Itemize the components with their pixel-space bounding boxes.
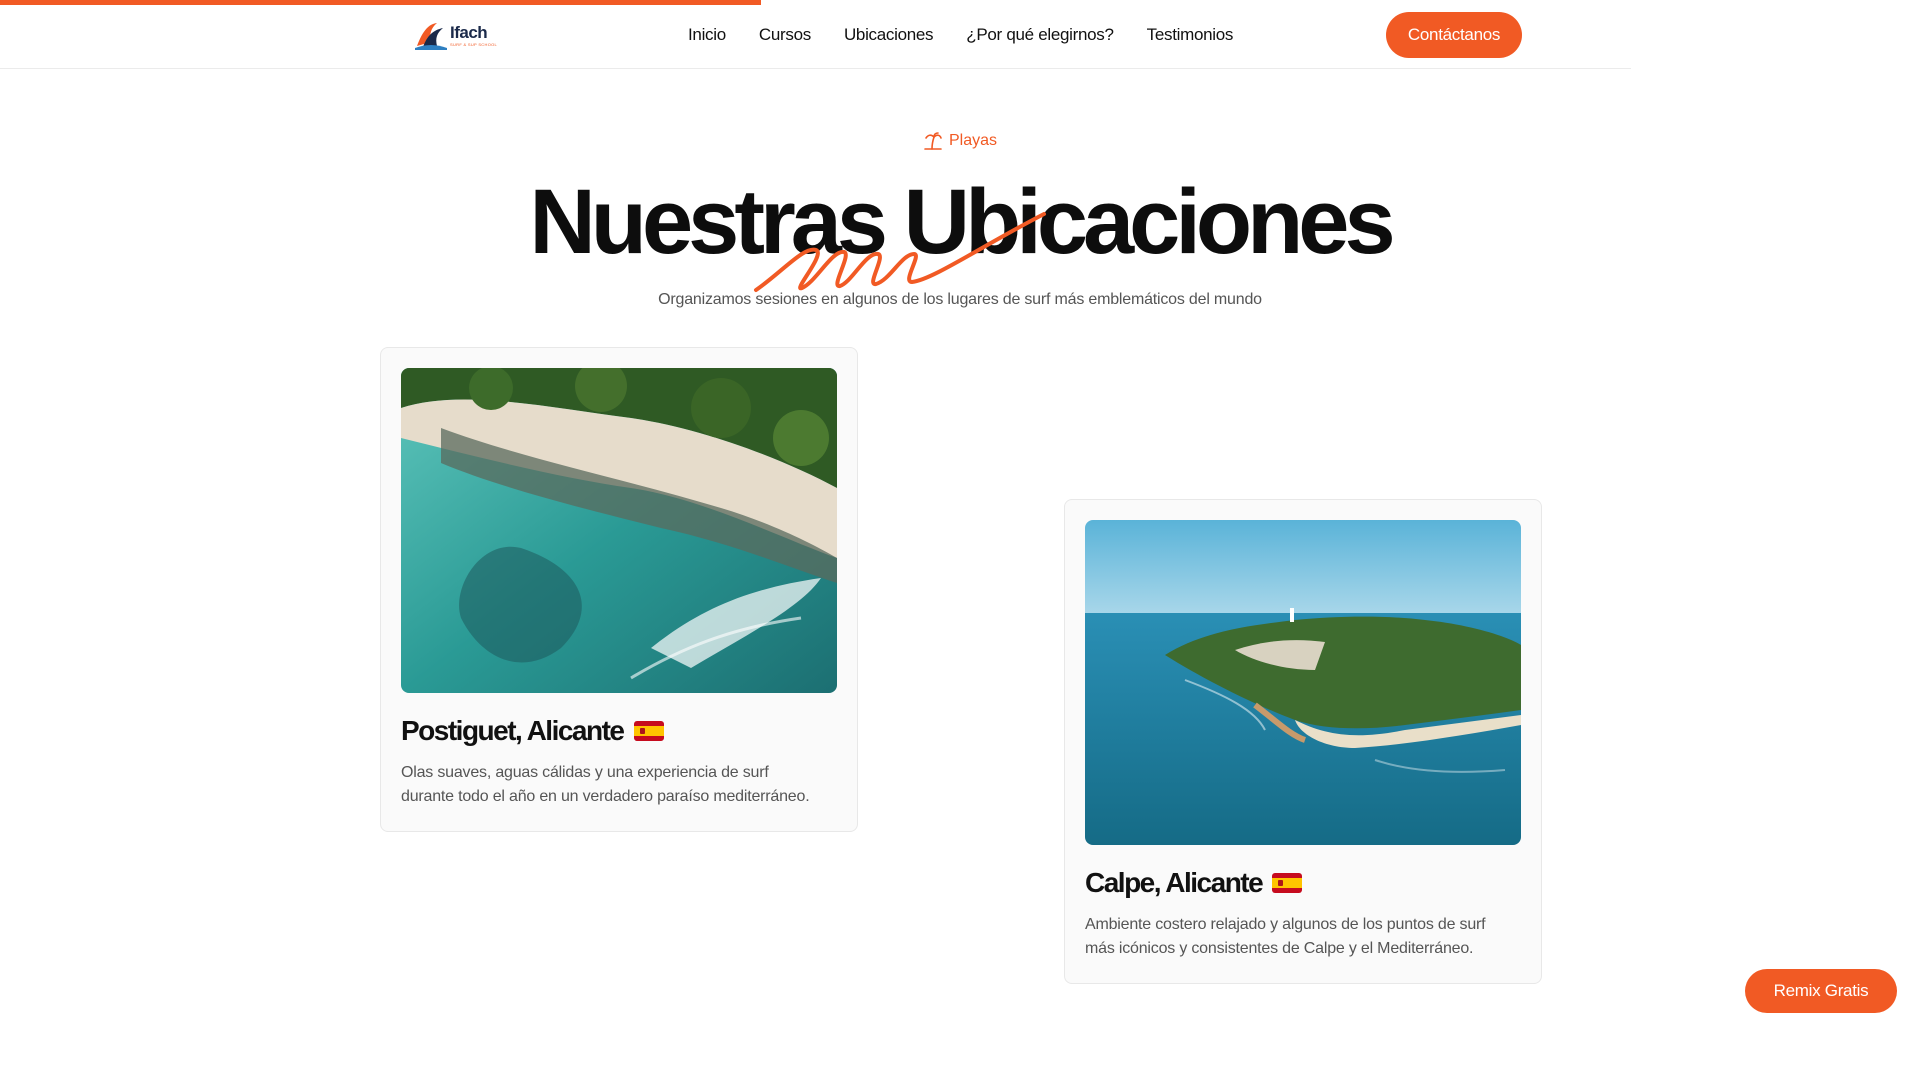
section-subtitle: Organizamos sesiones en algunos de los l… [658, 291, 1262, 308]
description-line-2: durante todo el año en un verdadero para… [401, 788, 810, 805]
card-title-row: Calpe, Alicante [1085, 867, 1521, 899]
postiguet-beach-image [401, 368, 837, 693]
palm-tree-icon [924, 132, 942, 150]
remix-button[interactable]: Remix Gratis [1745, 969, 1897, 1013]
spain-flag-icon [633, 721, 664, 741]
section-eyebrow: Playas [0, 131, 1920, 151]
nav-testimonios[interactable]: Testimonios [1147, 25, 1234, 45]
location-card-postiguet[interactable]: Postiguet, Alicante Olas suaves, aguas c… [380, 347, 858, 832]
logo-name: Ifach [450, 22, 488, 42]
site-header: Ifach SURF & SUP SCHOOL Inicio Cursos Ub… [0, 5, 1631, 69]
calpe-coast-image [1085, 520, 1521, 845]
location-card-calpe[interactable]: Calpe, Alicante Ambiente costero relajad… [1064, 499, 1542, 984]
logo-tagline: SURF & SUP SCHOOL [450, 41, 498, 47]
spain-flag-icon [1272, 873, 1303, 893]
section-title-wrap: Nuestras Ubicaciones [0, 168, 1920, 276]
card-title-row: Postiguet, Alicante [401, 715, 837, 747]
nav-ubicaciones[interactable]: Ubicaciones [844, 25, 934, 45]
section-title: Nuestras Ubicaciones [529, 171, 1395, 273]
location-description: Ambiente costero relajado y algunos de l… [1085, 913, 1521, 961]
nav-inicio[interactable]: Inicio [688, 25, 726, 45]
description-line-2: más icónicos y consistentes de Calpe y e… [1085, 940, 1474, 957]
main-nav: Inicio Cursos Ubicaciones ¿Por qué elegi… [688, 25, 1233, 45]
location-name: Postiguet, Alicante [401, 715, 625, 746]
description-line-1: Olas suaves, aguas cálidas y una experie… [401, 764, 769, 781]
wave-logo-icon [415, 23, 447, 50]
location-name: Calpe, Alicante [1085, 867, 1264, 898]
nav-por-que-elegirnos[interactable]: ¿Por qué elegirnos? [966, 25, 1114, 45]
contact-button[interactable]: Contáctanos [1386, 12, 1522, 58]
location-description: Olas suaves, aguas cálidas y una experie… [401, 761, 837, 809]
eyebrow-label: Playas [948, 132, 998, 149]
nav-cursos[interactable]: Cursos [759, 25, 811, 45]
logo[interactable]: Ifach SURF & SUP SCHOOL [415, 20, 497, 50]
description-line-1: Ambiente costero relajado y algunos de l… [1085, 916, 1486, 933]
